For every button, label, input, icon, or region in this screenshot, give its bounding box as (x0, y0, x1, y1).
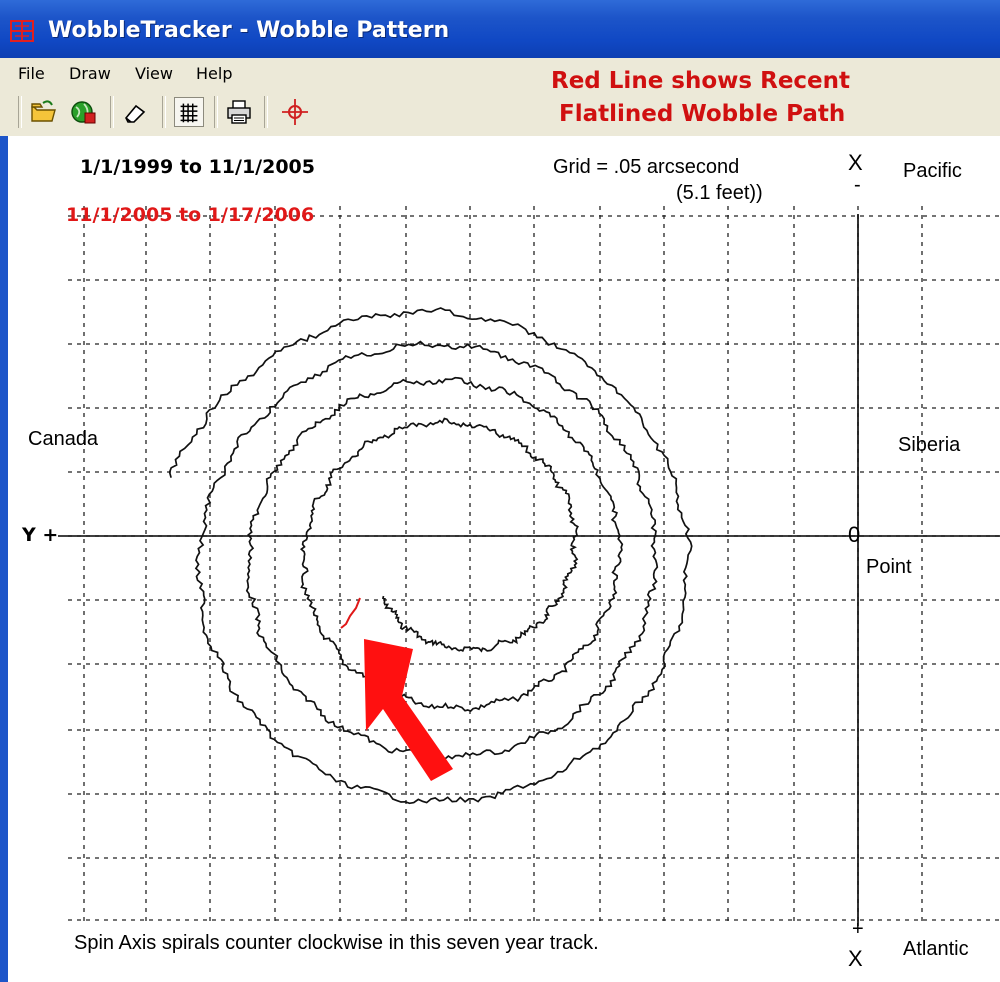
toolbar-separator (110, 96, 114, 128)
open-folder-icon[interactable] (28, 97, 58, 127)
x-axis-minus-sign: - (854, 174, 861, 196)
app-window: WobbleTracker - Wobble Pattern File Draw… (0, 0, 1000, 982)
grid-scale-feet: (5.1 feet)) (676, 182, 763, 204)
grid-lines (68, 206, 1000, 926)
grid-icon[interactable] (174, 97, 204, 127)
menu-file[interactable]: File (18, 64, 45, 83)
origin-marker: 0 (848, 522, 861, 547)
toolbar-separator (162, 96, 166, 128)
y-axis-label: Y + (22, 524, 59, 546)
spiral-track-line (168, 307, 693, 805)
grid-scale-label: Grid = .05 arcsecond (553, 156, 740, 178)
toolbar (0, 90, 1000, 137)
date-range-recent: 11/1/2005 to 1/17/2006 (66, 204, 315, 226)
region-siberia: Siberia (898, 434, 961, 456)
region-canada: Canada (28, 428, 99, 450)
toolbar-separator (264, 96, 268, 128)
annotation-line-2: Flatlined Wobble Path (559, 101, 846, 127)
menu-help[interactable]: Help (196, 64, 232, 83)
menu-draw[interactable]: Draw (69, 64, 111, 83)
red-arrow (364, 639, 453, 781)
origin-label: Point (866, 556, 912, 578)
x-axis-top-marker: X (848, 150, 863, 175)
toolbar-separator (214, 96, 218, 128)
x-axis-bottom-marker: X (848, 946, 863, 971)
printer-icon[interactable] (224, 97, 254, 127)
grid-target-icon (10, 20, 34, 42)
x-axis-plus-sign: + (852, 918, 864, 940)
wobble-plot (58, 206, 1000, 926)
wobble-track-main (168, 307, 693, 805)
annotation-line-1: Red Line shows Recent (551, 68, 851, 94)
region-pacific: Pacific (903, 160, 962, 182)
caption: Spin Axis spirals counter clockwise in t… (74, 932, 599, 954)
date-range-main: 1/1/1999 to 11/1/2005 (80, 156, 315, 178)
window-left-border (0, 136, 8, 982)
menu-view[interactable]: View (135, 64, 173, 83)
crosshair-icon[interactable] (280, 97, 310, 127)
title-bar[interactable]: WobbleTracker - Wobble Pattern (0, 0, 1000, 58)
window-title: WobbleTracker - Wobble Pattern (48, 18, 450, 43)
globe-save-icon[interactable] (68, 97, 98, 127)
eraser-icon[interactable] (120, 97, 150, 127)
wobble-track-recent (340, 597, 361, 629)
plot-canvas[interactable]: 1/1/1999 to 11/1/2005 11/1/2005 to 1/17/… (8, 136, 1000, 982)
toolbar-grip (18, 96, 22, 128)
region-atlantic: Atlantic (903, 938, 969, 960)
